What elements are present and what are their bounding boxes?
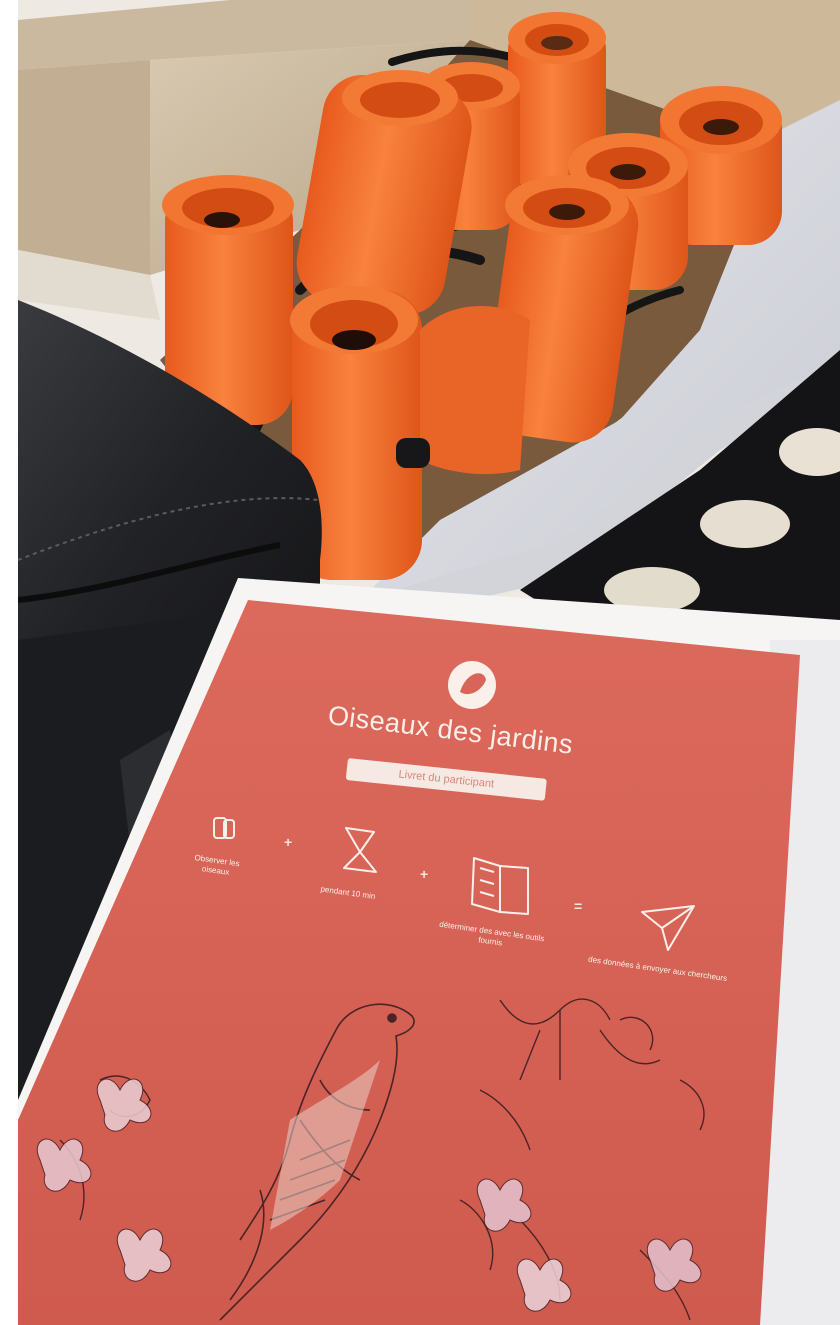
photo-scene: Oiseaux des jardins Livret du participan… (0, 0, 840, 1325)
scene-illustration (0, 0, 840, 1325)
left-border (0, 0, 18, 1325)
